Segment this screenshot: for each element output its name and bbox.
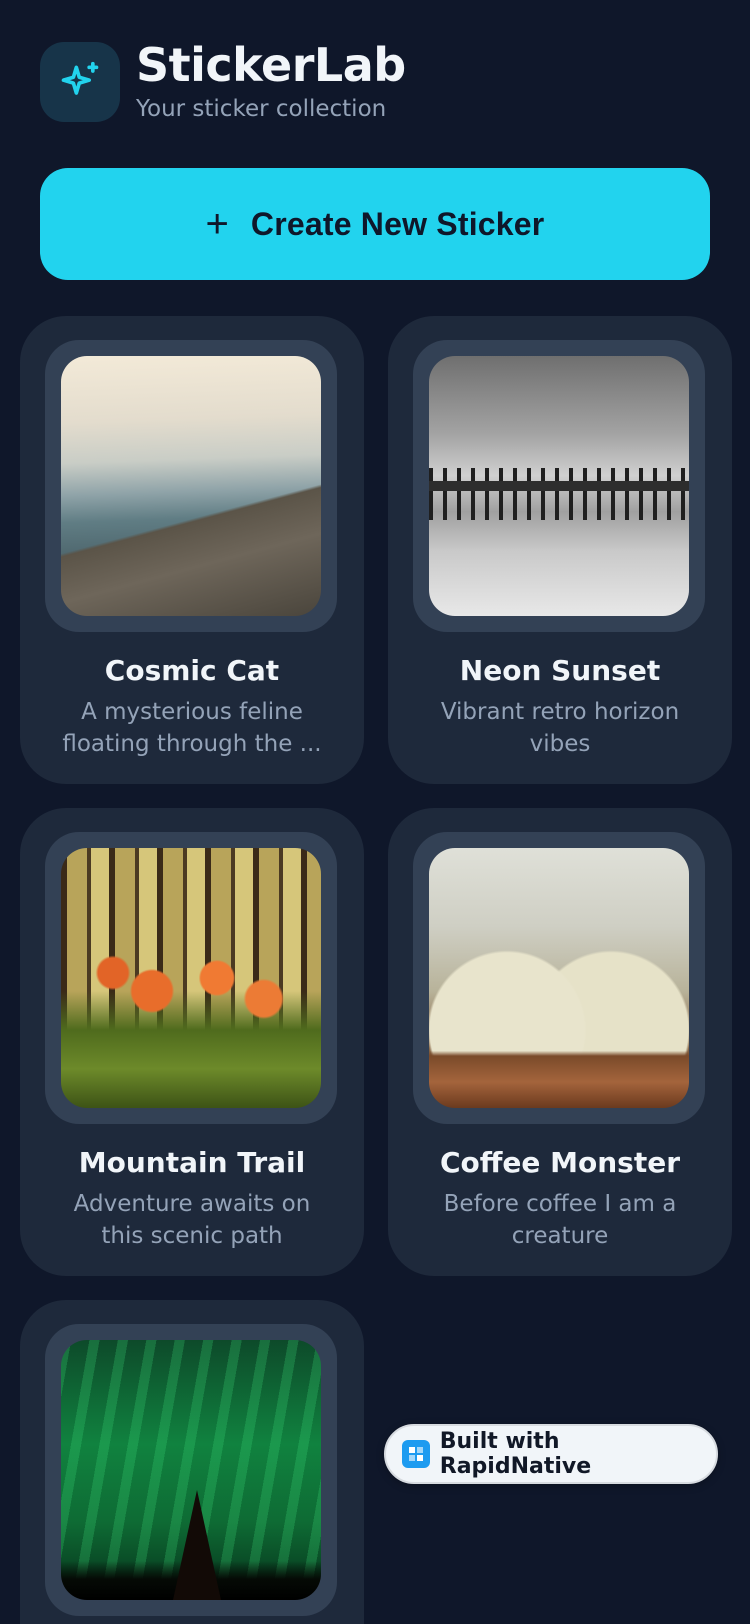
create-button-label: Create New Sticker bbox=[250, 205, 545, 242]
app-title: StickerLab bbox=[136, 38, 406, 92]
sticker-name: Coffee Monster bbox=[439, 1146, 681, 1179]
sticker-image bbox=[429, 848, 689, 1108]
sticker-name: Cosmic Cat bbox=[104, 654, 280, 687]
sticker-card[interactable]: Mountain Trail Adventure awaits on this … bbox=[20, 808, 364, 1276]
sticker-description: Before coffee I am a creature bbox=[443, 1191, 677, 1249]
sticker-image bbox=[61, 1340, 321, 1600]
plus-icon: + bbox=[205, 202, 229, 246]
sticker-card[interactable]: Coffee Monster Before coffee I am a crea… bbox=[388, 808, 732, 1276]
app-logo bbox=[40, 42, 120, 122]
sticker-image bbox=[61, 356, 321, 616]
built-with-badge[interactable]: Built with RapidNative bbox=[384, 1424, 718, 1484]
sparkles-icon bbox=[61, 61, 99, 95]
sticker-description: Vibrant retro horizon vibes bbox=[440, 699, 680, 757]
rapidnative-logo-glyph bbox=[408, 1447, 423, 1461]
tree-silhouette bbox=[173, 1490, 221, 1600]
sticker-description: A mysterious feline floating through the… bbox=[62, 699, 322, 757]
sticker-name: Neon Sunset bbox=[459, 654, 661, 687]
sticker-description: Adventure awaits on this scenic path bbox=[73, 1191, 311, 1249]
sticker-name: Mountain Trail bbox=[78, 1146, 306, 1179]
sticker-image-frame bbox=[413, 832, 705, 1124]
sticker-card[interactable] bbox=[20, 1300, 364, 1624]
app-subtitle: Your sticker collection bbox=[136, 96, 387, 122]
badge-label: Built with RapidNative bbox=[439, 1429, 592, 1479]
sticker-image-frame bbox=[45, 832, 337, 1124]
sticker-image-frame bbox=[45, 340, 337, 632]
sticker-image-frame bbox=[45, 1324, 337, 1616]
sticker-image bbox=[429, 356, 689, 616]
create-new-sticker-button[interactable]: + Create New Sticker bbox=[40, 168, 710, 280]
sticker-card[interactable]: Neon Sunset Vibrant retro horizon vibes bbox=[388, 316, 732, 784]
sticker-image bbox=[61, 848, 321, 1108]
sticker-card[interactable]: Cosmic Cat A mysterious feline floating … bbox=[20, 316, 364, 784]
rapidnative-logo-icon bbox=[402, 1440, 430, 1468]
title-group: StickerLab Your sticker collection bbox=[136, 40, 406, 124]
app-screen: StickerLab Your sticker collection + Cre… bbox=[0, 0, 750, 1624]
sticker-image-frame bbox=[413, 340, 705, 632]
header: StickerLab Your sticker collection bbox=[40, 40, 406, 124]
